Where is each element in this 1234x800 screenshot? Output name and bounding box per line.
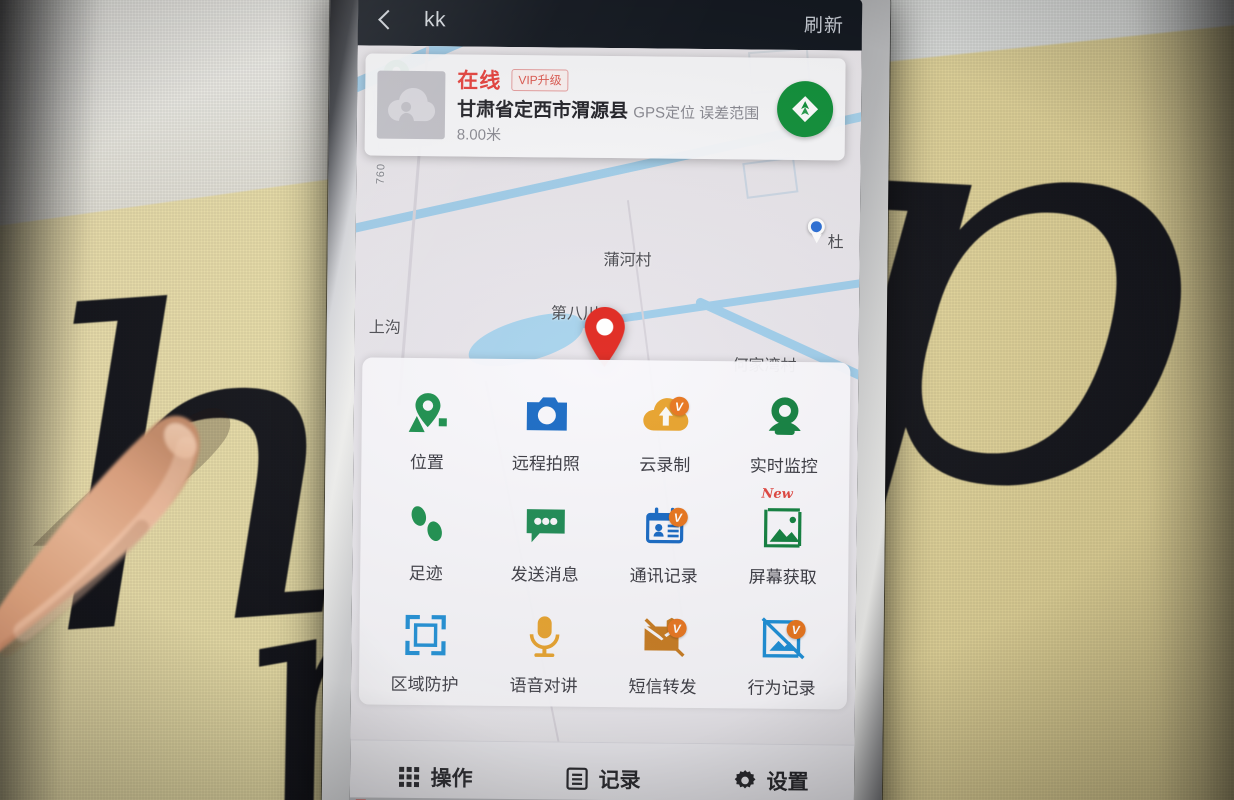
gear-icon [731, 767, 757, 793]
map-label-road-code: 760 [374, 162, 388, 185]
bottom-nav-label: 操作 [430, 766, 473, 791]
device-info-card[interactable]: 在线 VIP升级 甘肃省定西市渭源县 GPS定位 误差范围8.00米 [364, 53, 846, 160]
function-panel: 位置 远程拍照 V 云录制 实时监控 足迹 发送消息 V 通讯记录 New 屏幕… [358, 357, 851, 710]
function-label: 语音对讲 [509, 676, 578, 696]
vip-badge-icon: V [786, 619, 806, 640]
function-item-behavior-log[interactable]: V 行为记录 [722, 601, 842, 699]
vip-badge-icon: V [669, 396, 689, 416]
bottom-nav-bar: 操作 记录 设置 [349, 739, 855, 800]
contact-card-icon: V [639, 501, 690, 552]
live-monitor-icon [759, 392, 810, 443]
vip-badge-icon: V [667, 618, 687, 638]
function-label: 位置 [409, 452, 444, 473]
status-badge: 在线 [457, 69, 502, 93]
device-info-body: 在线 VIP升级 甘肃省定西市渭源县 GPS定位 误差范围8.00米 [457, 64, 766, 149]
camera-icon [521, 389, 572, 440]
function-item-footprint[interactable]: 足迹 [366, 487, 486, 585]
function-grid: 位置 远程拍照 V 云录制 实时监控 足迹 发送消息 V 通讯记录 New 屏幕… [365, 376, 844, 700]
grid-dots-icon [395, 763, 421, 789]
function-label: 行为记录 [747, 678, 816, 699]
new-tag: New [761, 486, 794, 502]
title-bar: kk 刷新 [357, 0, 863, 51]
footprint-icon [401, 499, 452, 550]
device-status-row: 在线 VIP升级 [457, 64, 765, 97]
bottom-nav-records[interactable]: 记录 [518, 763, 686, 795]
photo-scene: h n p kk 刷新 [0, 0, 1234, 800]
function-label: 远程拍照 [511, 454, 580, 474]
geofence-frame-icon [400, 610, 451, 661]
phone-screen: kk 刷新 760 蒲河村 第八川 上沟 杜 在线 VIP升级 甘肃省定西市渭源… [349, 0, 863, 800]
function-item-cloud-record[interactable]: V 云录制 [605, 378, 725, 476]
navigation-diamond-icon [792, 95, 819, 122]
sms-forward-disabled-icon: V [638, 612, 689, 663]
map-label-puhecun: 蒲河村 [603, 251, 652, 270]
function-label: 发送消息 [510, 565, 579, 585]
microphone-icon [519, 611, 570, 662]
map-blue-marker[interactable] [807, 218, 825, 236]
bottom-nav-operations[interactable]: 操作 [350, 761, 518, 793]
location-pin-icon [402, 388, 453, 439]
device-address: 甘肃省定西市渭源县 GPS定位 误差范围8.00米 [457, 98, 765, 149]
function-label: 屏幕获取 [748, 567, 817, 588]
vip-badge-icon: V [668, 507, 688, 527]
clipboard-list-icon [563, 765, 589, 791]
cloud-user-avatar-icon [388, 87, 436, 122]
function-item-screen-capture[interactable]: New 屏幕获取 [723, 486, 843, 588]
function-label: 实时监控 [749, 456, 818, 477]
function-item-location[interactable]: 位置 [367, 376, 487, 474]
function-label: 通讯记录 [629, 566, 698, 586]
function-label: 短信转发 [628, 677, 697, 697]
function-item-remote-photo[interactable]: 远程拍照 [486, 377, 606, 475]
bottom-nav-settings[interactable]: 设置 [686, 764, 854, 796]
map-area[interactable]: 豹子山 760 蒲河村 第八川 上沟 何家湾村 杜 [350, 45, 862, 745]
message-bubble-icon [520, 500, 571, 551]
cloud-upload-icon: V [640, 390, 691, 441]
navigate-button[interactable] [776, 80, 834, 138]
map-area-outline-2 [742, 156, 799, 199]
function-label: 云录制 [639, 455, 691, 475]
map-label-du: 杜 [827, 234, 844, 252]
function-item-live-monitor[interactable]: 实时监控 [724, 379, 844, 477]
behavior-log-disabled-icon: V [757, 614, 808, 665]
function-item-geofence[interactable]: 区域防护 [365, 597, 485, 695]
function-item-send-message[interactable]: 发送消息 [485, 488, 605, 586]
refresh-button[interactable]: 刷新 [804, 11, 844, 38]
back-chevron-icon[interactable] [374, 9, 396, 31]
function-label: 区域防护 [390, 674, 459, 695]
bottom-nav-label: 设置 [766, 770, 809, 794]
bottom-nav-label: 记录 [598, 768, 641, 792]
screen-capture-icon [758, 503, 809, 554]
device-address-main: 甘肃省定西市渭源县 [456, 99, 629, 123]
phone-device: kk 刷新 760 蒲河村 第八川 上沟 杜 在线 VIP升级 甘肃省定西市渭源… [321, 0, 891, 800]
avatar [376, 70, 446, 140]
function-item-voice-intercom[interactable]: 语音对讲 [484, 599, 604, 697]
function-item-sms-forward[interactable]: V 短信转发 [603, 600, 723, 698]
vip-upgrade-badge[interactable]: VIP升级 [511, 68, 569, 92]
map-label-shanggou: 上沟 [368, 319, 401, 337]
function-item-call-log[interactable]: V 通讯记录 [604, 489, 724, 587]
function-label: 足迹 [408, 563, 443, 584]
page-title: kk [423, 8, 447, 32]
app-root: kk 刷新 760 蒲河村 第八川 上沟 杜 在线 VIP升级 甘肃省定西市渭源… [349, 0, 863, 800]
